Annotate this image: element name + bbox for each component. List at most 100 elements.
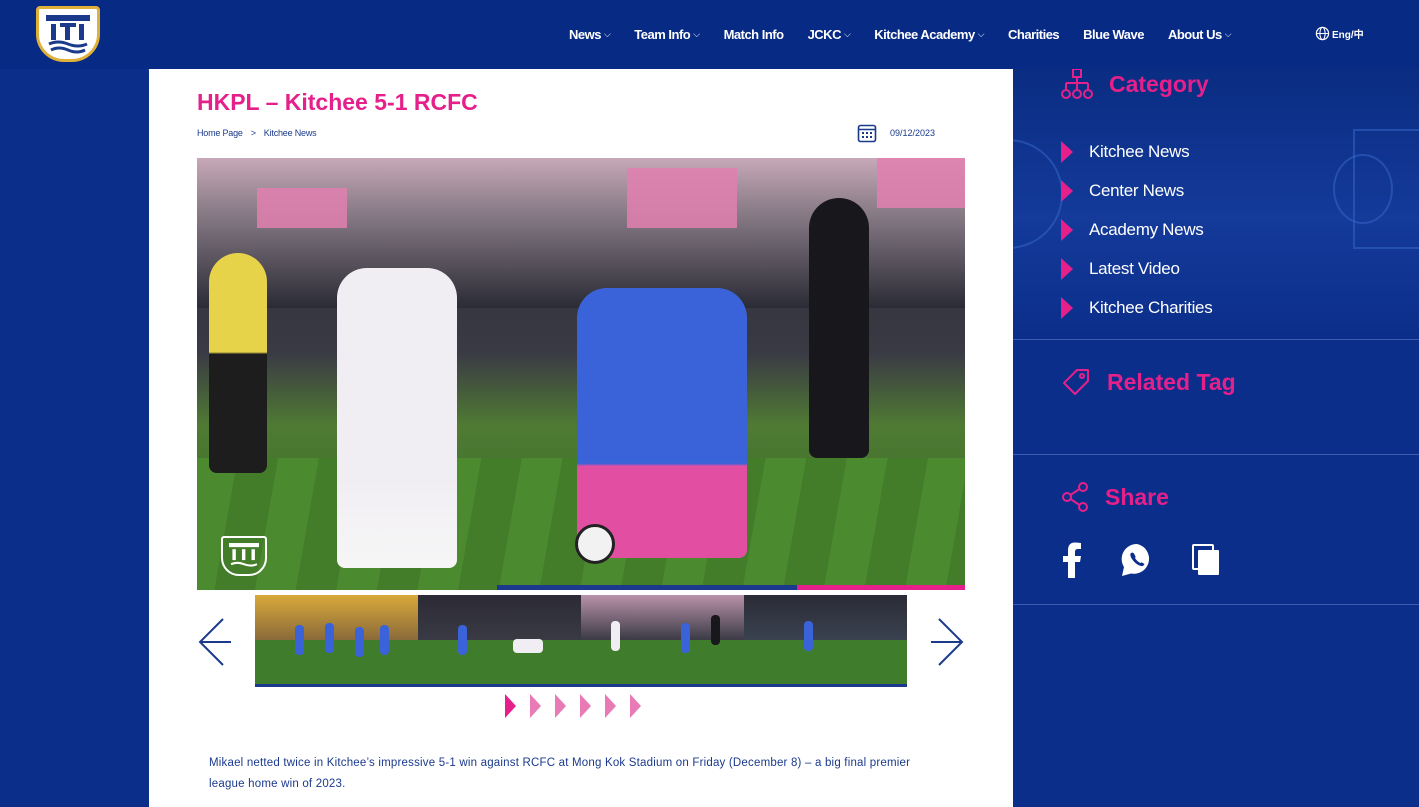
- gallery-page-dot[interactable]: [630, 694, 641, 718]
- breadcrumb-separator: >: [250, 128, 256, 138]
- category-kitchee-charities[interactable]: Kitchee Charities: [1061, 288, 1213, 327]
- nav-blue-wave[interactable]: Blue Wave: [1083, 27, 1144, 42]
- whatsapp-share-button[interactable]: [1119, 542, 1155, 578]
- article-body: Mikael netted twice in Kitchee’s impress…: [209, 757, 911, 790]
- arrow-left-icon: [198, 618, 231, 666]
- triangle-right-icon: [1061, 218, 1073, 241]
- football: [575, 524, 615, 564]
- nav-match-info[interactable]: Match Info: [723, 26, 785, 42]
- kitchee-logo[interactable]: [36, 6, 100, 62]
- nav-blue-wave-label: Blue Wave: [1083, 26, 1144, 42]
- pitch-line-decoration: [1333, 154, 1393, 224]
- nav-about-us[interactable]: About Us ⌵: [1167, 26, 1232, 42]
- gallery-page-dot[interactable]: [555, 694, 566, 718]
- triangle-right-icon: [1061, 257, 1073, 280]
- nav-team-info[interactable]: Team Info ⌵: [634, 26, 700, 42]
- stand-banner: [257, 188, 347, 228]
- category-kitchee-news[interactable]: Kitchee News: [1061, 132, 1212, 171]
- facebook-share-button[interactable]: [1061, 542, 1083, 578]
- gallery-pagination: [505, 694, 655, 718]
- kitchee-player-figure: [577, 288, 747, 558]
- nav-kitchee-academy[interactable]: Kitchee Academy ⌵: [874, 27, 984, 42]
- main-menu: News ⌵ Team Info ⌵ Match Info JCKC ⌵ Kit…: [569, 24, 1255, 44]
- share-buttons: [1061, 542, 1257, 578]
- category-center-news[interactable]: Center News: [1061, 171, 1212, 210]
- nav-jckc[interactable]: JCKC ⌵: [808, 27, 851, 42]
- gallery-thumbnail[interactable]: [255, 595, 418, 687]
- whatsapp-icon: [1121, 543, 1150, 576]
- sitemap-icon: [1061, 69, 1093, 99]
- nav-news-label: News: [569, 26, 601, 42]
- category-title: Category: [1109, 70, 1209, 97]
- related-tag-title: Related Tag: [1107, 368, 1236, 395]
- nav-charities[interactable]: Charities: [1008, 26, 1060, 42]
- calendar-icon: [857, 124, 877, 143]
- chevron-down-icon: ⌵: [603, 28, 611, 39]
- share-heading: Share: [1061, 482, 1169, 512]
- nav-match-info-label: Match Info: [723, 26, 785, 42]
- image-stripe-pink: [797, 585, 965, 590]
- stand-banner: [627, 168, 737, 228]
- triangle-right-icon: [1061, 179, 1073, 202]
- category-label: Latest Video: [1089, 258, 1180, 278]
- nav-news[interactable]: News ⌵: [569, 26, 611, 42]
- triangle-right-icon: [1061, 140, 1073, 163]
- gallery-page-dot[interactable]: [505, 694, 516, 718]
- triangle-right-icon: [1061, 296, 1073, 319]
- breadcrumb: Home Page > Kitchee News: [197, 128, 317, 138]
- referee-figure: [209, 253, 267, 473]
- language-switcher[interactable]: Eng/中: [1315, 26, 1364, 41]
- nav-about-us-label: About Us: [1167, 26, 1222, 42]
- chevron-down-icon: ⌵: [693, 28, 700, 39]
- gallery-page-dot[interactable]: [530, 694, 541, 718]
- gallery-thumbnail[interactable]: [418, 595, 581, 687]
- nav-charities-label: Charities: [1008, 26, 1060, 42]
- tag-icon: [1063, 369, 1089, 395]
- category-latest-video[interactable]: Latest Video: [1061, 249, 1212, 288]
- sidebar-divider: [1013, 454, 1419, 455]
- nav-kitchee-academy-label: Kitchee Academy: [874, 26, 975, 42]
- rcfc-player-figure: [337, 268, 457, 568]
- gallery-page-dot[interactable]: [605, 694, 616, 718]
- category-heading: Category: [1061, 69, 1209, 99]
- chevron-down-icon: ⌵: [977, 28, 985, 39]
- sidebar-divider: [1013, 604, 1419, 605]
- category-list: Kitchee News Center News Academy News La…: [1061, 132, 1213, 327]
- nav-jckc-label: JCKC: [807, 26, 842, 42]
- stand-banner: [877, 158, 965, 208]
- globe-icon: [1315, 26, 1330, 41]
- gallery-next-button[interactable]: [931, 617, 965, 667]
- category-label: Kitchee News: [1089, 141, 1190, 161]
- copy-icon: [1192, 544, 1219, 575]
- pitch-line-decoration: [1013, 139, 1063, 249]
- chevron-down-icon: ⌵: [1224, 28, 1232, 39]
- kitchee-crest-icon: [46, 15, 90, 54]
- copy-link-button[interactable]: [1191, 543, 1221, 577]
- kitchee-crest-icon: [229, 543, 259, 567]
- share-icon: [1062, 482, 1088, 512]
- gallery-thumbnails: [255, 595, 907, 687]
- chevron-down-icon: ⌵: [843, 28, 851, 39]
- article-hero-image: [197, 158, 965, 590]
- article-card: HKPL – Kitchee 5-1 RCFC Home Page > Kitc…: [149, 69, 1013, 807]
- gallery-thumbnail[interactable]: [744, 595, 907, 687]
- article-date: 09/12/2023: [857, 123, 935, 143]
- gallery-thumbnail[interactable]: [581, 595, 744, 687]
- breadcrumb-section-link[interactable]: Kitchee News: [264, 128, 317, 138]
- breadcrumb-home-link[interactable]: Home Page: [197, 128, 243, 138]
- date-text: 09/12/2023: [890, 128, 936, 138]
- kitchee-watermark-logo: [221, 536, 267, 576]
- category-label: Center News: [1089, 180, 1184, 200]
- nav-team-info-label: Team Info: [634, 26, 691, 42]
- category-label: Academy News: [1089, 219, 1204, 239]
- sidebar-divider: [1013, 339, 1419, 340]
- gallery-prev-button[interactable]: [197, 617, 231, 667]
- related-tag-heading: Related Tag: [1061, 367, 1236, 397]
- category-panel: Category Kitchee News Center News Academ…: [1013, 69, 1419, 339]
- arrow-right-icon: [931, 618, 964, 666]
- gallery-page-dot[interactable]: [580, 694, 591, 718]
- language-label: Eng/中: [1332, 30, 1364, 41]
- category-academy-news[interactable]: Academy News: [1061, 210, 1212, 249]
- article-title: HKPL – Kitchee 5-1 RCFC: [197, 89, 478, 115]
- facebook-icon: [1063, 542, 1081, 578]
